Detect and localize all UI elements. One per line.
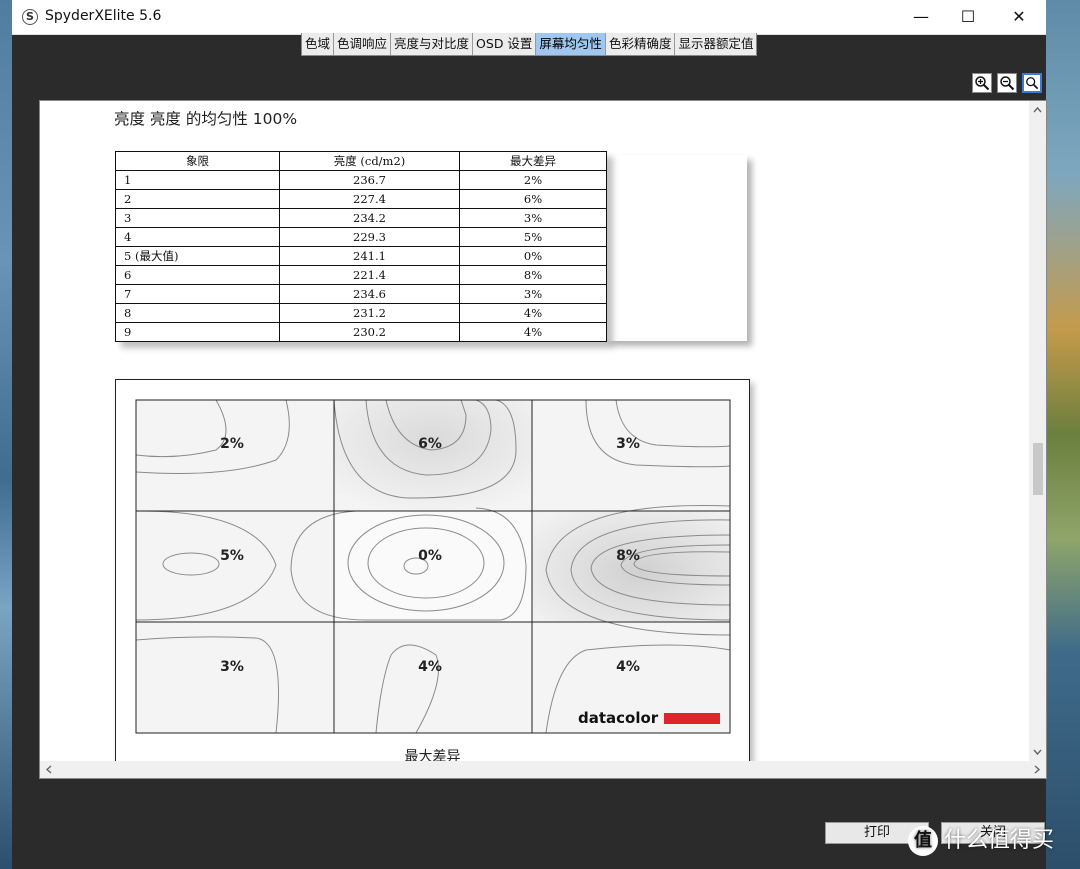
scroll-down-icon[interactable] [1029,745,1046,759]
cell-label: 6% [418,436,442,452]
cell-label: 8% [616,548,640,564]
scroll-up-icon[interactable] [1029,103,1046,117]
table-cell: 7 [115,284,280,304]
scrollbar-thumb[interactable] [1033,443,1043,495]
table-cell: 234.6 [279,284,460,304]
desktop-background [0,0,12,869]
table-cell: 229.3 [279,227,460,247]
logo-text: datacolor [578,709,659,727]
uniformity-map-frame: 2% 6% 3% 5% 0% 8% 3% 4% 4% datacolor 最大差… [115,379,750,778]
report-title: 亮度 亮度 的均匀性 100% [114,110,298,128]
table-cell: 8 [115,303,280,323]
table-cell: 4% [459,303,607,323]
table-cell: 2 [115,189,280,209]
app-window: S SpyderXElite 5.6 — ☐ ✕ 色域 色调响应 亮度与对比度 … [12,0,1047,869]
cell-label: 0% [418,548,442,564]
table-row: 4 229.3 5% [115,227,607,247]
table-row: 2 227.4 6% [115,189,607,209]
tab-color-accuracy[interactable]: 色彩精确度 [605,33,676,55]
table-shadow-panel [607,155,747,341]
horizontal-scrollbar[interactable] [40,761,1046,778]
tab-brightness-contrast[interactable]: 亮度与对比度 [391,33,474,55]
window-title: SpyderXElite 5.6 [45,8,162,24]
table-cell: 221.4 [279,265,460,285]
cell-label: 3% [616,436,640,452]
table-cell: 241.1 [279,246,460,266]
title-bar: S SpyderXElite 5.6 — ☐ ✕ [12,0,1046,35]
uniformity-contour-map: 2% 6% 3% 5% 0% 8% 3% 4% 4% datacolor [135,399,731,734]
report-viewport[interactable]: 亮度 亮度 的均匀性 100% 象限 亮度 (cd/m2) 最大差异 1 236.… [39,100,1047,779]
table-cell: 6 [115,265,280,285]
table-row: 7 234.6 3% [115,284,607,304]
table-cell: 2% [459,170,607,190]
zoom-out-icon[interactable] [997,73,1017,93]
tab-screen-uniformity[interactable]: 屏幕均匀性 [536,33,606,55]
cell-label: 3% [220,659,244,675]
vertical-scrollbar[interactable] [1029,101,1046,761]
scroll-right-icon[interactable] [1030,761,1044,778]
column-header: 象限 [115,151,280,171]
tab-bar: 色域 色调响应 亮度与对比度 OSD 设置 屏幕均匀性 色彩精确度 显示器额定值 [301,33,758,56]
zoom-fit-icon[interactable] [1022,73,1042,93]
table-row: 9 230.2 4% [115,322,607,342]
cell-label: 2% [220,436,244,452]
table-cell: 8% [459,265,607,285]
table-cell: 4 [115,227,280,247]
table-cell: 230.2 [279,322,460,342]
cell-label: 4% [418,659,442,675]
watermark-logo: 值 [908,826,938,856]
table-cell: 5% [459,227,607,247]
uniformity-table: 象限 亮度 (cd/m2) 最大差异 1 236.7 2% 2 227.4 6% 3 23… [115,151,607,342]
tab-monitor-rating[interactable]: 显示器额定值 [675,33,757,55]
table-cell: 236.7 [279,170,460,190]
table-row: 5 (最大值) 241.1 0% [115,246,607,266]
watermark-text: 什么值得买 [944,828,1055,853]
zoom-in-icon[interactable] [972,73,992,93]
table-row: 6 221.4 8% [115,265,607,285]
tab-tone-response[interactable]: 色调响应 [334,33,392,55]
table-row: 8 231.2 4% [115,303,607,323]
table-cell: 1 [115,170,280,190]
cell-label: 4% [616,659,640,675]
table-row: 3 234.2 3% [115,208,607,228]
watermark: 值什么值得买 [908,822,1054,856]
table-cell: 6% [459,189,607,209]
maximize-button[interactable]: ☐ [943,0,993,34]
table-cell: 0% [459,246,607,266]
scroll-left-icon[interactable] [42,761,56,778]
table-cell: 231.2 [279,303,460,323]
app-icon: S [22,9,38,25]
column-header: 亮度 (cd/m2) [279,151,460,171]
table-row: 1 236.7 2% [115,170,607,190]
table-cell: 227.4 [279,189,460,209]
table-cell: 5 (最大值) [115,246,280,266]
desktop-background [1046,0,1080,869]
tab-osd-settings[interactable]: OSD 设置 [473,33,537,55]
column-header: 最大差异 [459,151,607,171]
table-cell: 4% [459,322,607,342]
table-cell: 9 [115,322,280,342]
tab-gamut[interactable]: 色域 [302,33,335,55]
table-cell: 3% [459,208,607,228]
close-button[interactable]: ✕ [994,0,1044,34]
cell-label: 5% [220,548,244,564]
table-cell: 3 [115,208,280,228]
table-header-row: 象限 亮度 (cd/m2) 最大差异 [115,151,607,171]
table-cell: 3% [459,284,607,304]
minimize-button[interactable]: — [896,0,946,34]
table-cell: 234.2 [279,208,460,228]
